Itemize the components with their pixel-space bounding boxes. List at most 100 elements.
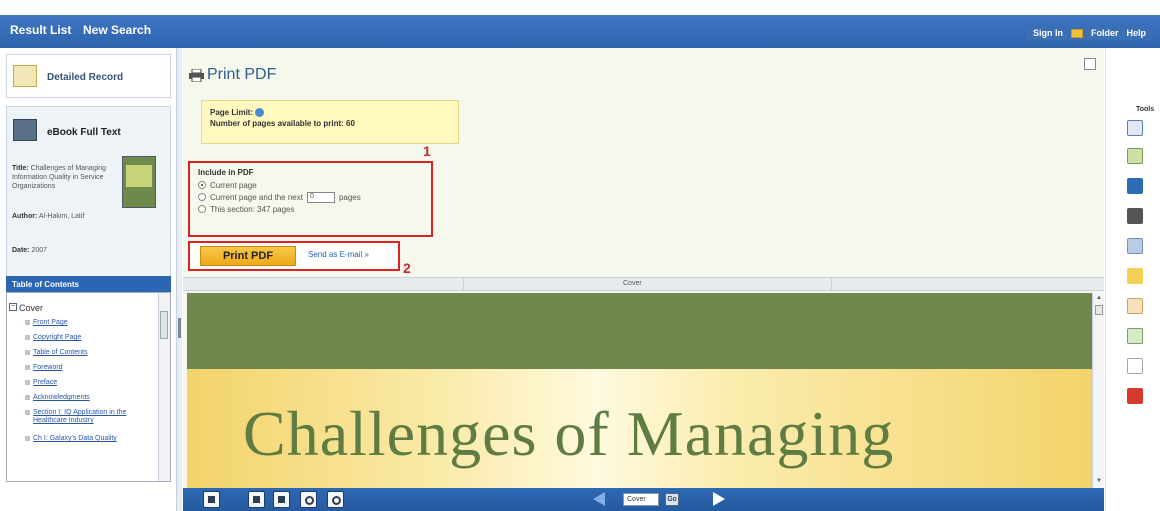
account-links: Sign In Folder Help	[1026, 26, 1152, 40]
fit-page-button[interactable]	[248, 491, 265, 508]
save-notes-icon[interactable]	[1127, 268, 1143, 284]
panel-splitter[interactable]	[176, 48, 182, 511]
toc-list: − Cover Front Page Copyright Page Table …	[6, 292, 171, 482]
ebook-icon	[13, 119, 37, 141]
add-to-folder-icon[interactable]	[1127, 148, 1143, 164]
include-in-pdf-group: Include in PDF Current page Current page…	[188, 161, 433, 237]
permalink-icon[interactable]	[1127, 358, 1143, 374]
scroll-down-icon[interactable]: ▼	[1095, 478, 1103, 486]
page-limit-label: Page Limit:	[210, 108, 254, 117]
cite-icon[interactable]	[1127, 298, 1143, 314]
viewer-page-strip: Cover	[183, 277, 1104, 291]
export-icon[interactable]	[1127, 328, 1143, 344]
new-search-link[interactable]: New Search	[83, 23, 151, 37]
radio-current-and-next[interactable]	[198, 193, 206, 201]
page-limit-notice: Page Limit: Number of pages available to…	[201, 100, 459, 144]
book-author-meta: Author: Al-Hakim, Latif	[12, 213, 85, 220]
zoom-in-button[interactable]	[327, 491, 344, 508]
option-this-section[interactable]: This section: 347 pages	[198, 203, 423, 215]
toc-item[interactable]: Acknowledgments	[33, 394, 158, 402]
annotation-marker-2: 2	[403, 260, 411, 276]
print-pdf-title: Print PDF	[207, 66, 277, 83]
book-date-meta: Date: 2007	[12, 247, 48, 254]
strip-divider	[831, 278, 832, 291]
left-sidebar: Detailed Record eBook Full Text Title: C…	[0, 48, 176, 511]
tools-panel: Tools	[1105, 48, 1160, 511]
print-pdf-button[interactable]: Print PDF	[200, 246, 296, 266]
splitter-grip-icon[interactable]	[178, 318, 181, 338]
bullet-icon	[25, 380, 30, 385]
strip-page-label: Cover	[623, 280, 642, 287]
next-page-icon[interactable]	[713, 492, 725, 506]
toc-item[interactable]: Foreword	[33, 364, 158, 372]
toc-item[interactable]: Section I: IQ Application in the Healthc…	[33, 409, 158, 425]
email-tool-icon[interactable]	[1127, 238, 1143, 254]
tools-label: Tools	[1136, 106, 1155, 113]
bullet-icon	[25, 395, 30, 400]
main-panel: Print PDF Page Limit: Number of pages av…	[183, 48, 1104, 511]
bullet-icon	[25, 436, 30, 441]
bullet-icon	[25, 350, 30, 355]
bullet-icon	[25, 335, 30, 340]
search-within-icon[interactable]	[1127, 120, 1143, 136]
share-icon[interactable]	[1127, 388, 1143, 404]
option-next-prefix: Current page and the next	[210, 192, 303, 202]
ebook-viewer-page: Result List New Search Sign In Folder He…	[0, 0, 1160, 511]
fit-width-button[interactable]	[273, 491, 290, 508]
toc-item[interactable]: Table of Contents	[33, 349, 158, 357]
viewer-scrollbar[interactable]: ▲ ▼	[1092, 293, 1104, 488]
viewer-toolbar: Cover Go	[183, 488, 1104, 511]
top-nav-bar: Result List New Search Sign In Folder He…	[0, 15, 1160, 48]
book-page-view: Challenges of Managing	[187, 293, 1095, 488]
detailed-record-card[interactable]: Detailed Record	[6, 54, 171, 98]
send-email-link[interactable]: Send as E-mail »	[308, 250, 369, 259]
toc-cover[interactable]: Cover	[19, 303, 43, 313]
option-current-and-next[interactable]: Current page and the next 0 pages	[198, 191, 423, 203]
viewer-scroll-thumb[interactable]	[1095, 305, 1103, 315]
previous-page-icon[interactable]	[593, 492, 605, 506]
folder-icon	[1070, 28, 1083, 38]
sign-in-link[interactable]: Sign In	[1033, 28, 1063, 38]
collapse-icon[interactable]: −	[9, 303, 17, 311]
annotation-marker-1: 1	[423, 143, 431, 159]
toc-item[interactable]: Preface	[33, 379, 158, 387]
bullet-icon	[25, 320, 30, 325]
book-title-meta: Title: Challenges of Managing Informatio…	[12, 165, 107, 190]
toc-item[interactable]: Copyright Page	[33, 334, 158, 342]
toc-scrollbar[interactable]	[158, 293, 170, 481]
include-header: Include in PDF	[198, 168, 254, 177]
bullet-icon	[25, 365, 30, 370]
page-select[interactable]: Cover	[623, 493, 659, 506]
toc-scroll-thumb[interactable]	[160, 311, 168, 339]
option-current-label: Current page	[210, 180, 257, 190]
close-panel-icon[interactable]	[1084, 58, 1096, 70]
folder-link[interactable]: Folder	[1091, 28, 1119, 38]
strip-divider	[463, 278, 464, 291]
toc-item[interactable]: Ch I: Galaxy's Data Quality	[33, 435, 158, 443]
scroll-up-icon[interactable]: ▲	[1095, 295, 1103, 303]
detailed-record-link[interactable]: Detailed Record	[47, 72, 123, 83]
go-button[interactable]: Go	[665, 493, 679, 506]
radio-this-section[interactable]	[198, 205, 206, 213]
toc-item[interactable]: Front Page	[33, 319, 158, 327]
radio-current-page[interactable]	[198, 181, 206, 189]
next-pages-input[interactable]: 0	[306, 191, 335, 203]
option-current-page[interactable]: Current page	[198, 179, 423, 191]
full-screen-button[interactable]	[203, 491, 220, 508]
toc-header: Table of Contents	[6, 276, 171, 292]
bullet-icon	[25, 410, 30, 415]
result-list-link[interactable]: Result List	[10, 23, 71, 37]
pages-available-text: Number of pages available to print: 60	[210, 119, 355, 128]
print-tool-icon[interactable]	[1127, 208, 1143, 224]
printer-icon	[189, 69, 204, 82]
option-next-suffix: pages	[338, 192, 361, 202]
info-icon[interactable]	[255, 108, 265, 118]
print-actions-group: Print PDF Send as E-mail »	[188, 241, 400, 271]
book-cover-thumbnail	[122, 156, 156, 208]
cover-title-text: Challenges of Managing	[243, 398, 895, 469]
ebook-full-text-link[interactable]: eBook Full Text	[47, 127, 121, 138]
help-link[interactable]: Help	[1126, 28, 1146, 38]
option-section-label: This section: 347 pages	[210, 204, 295, 214]
zoom-out-button[interactable]	[300, 491, 317, 508]
dictionary-icon[interactable]	[1127, 178, 1143, 194]
